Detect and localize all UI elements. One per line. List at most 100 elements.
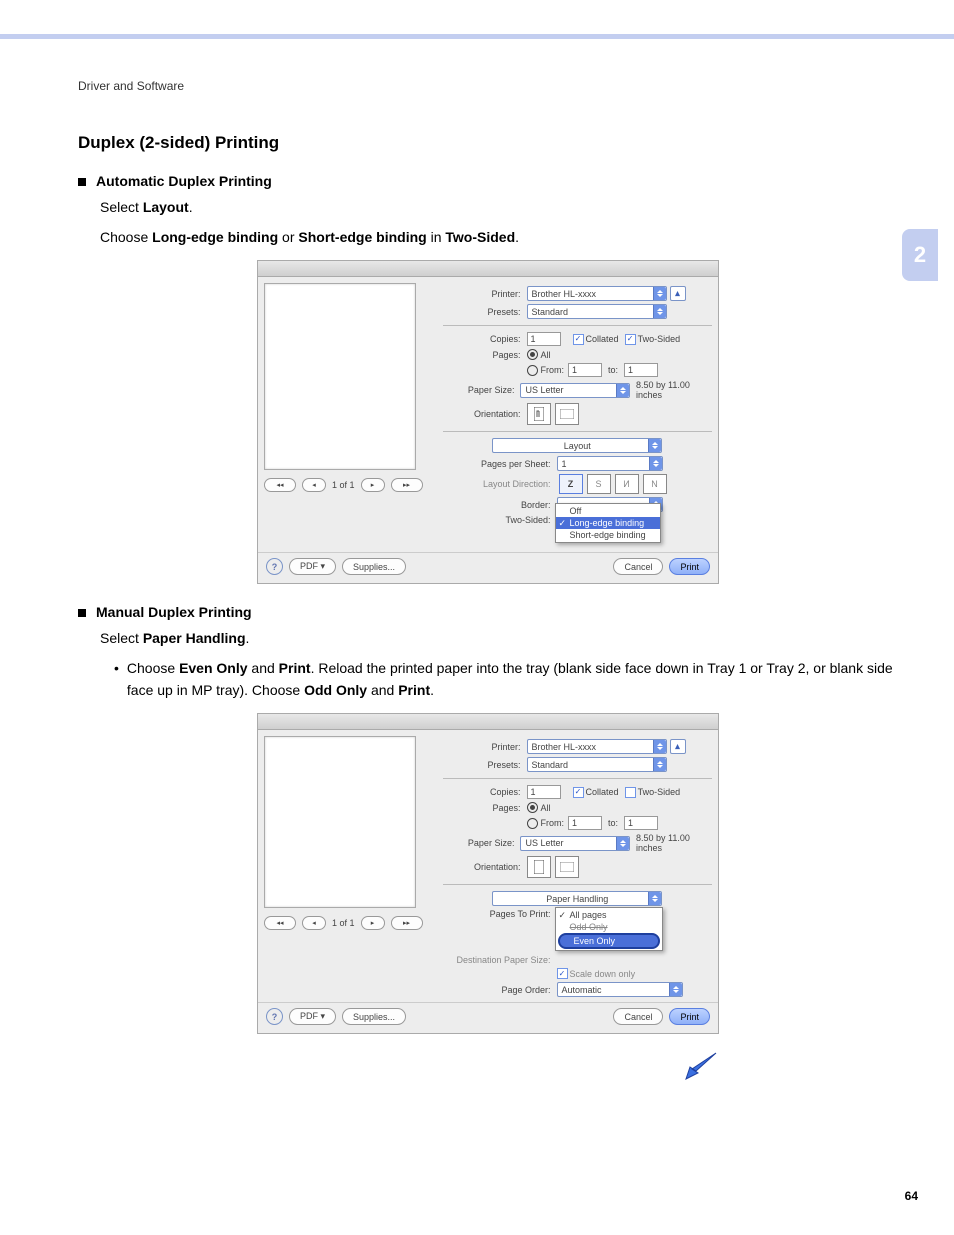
dropdown-item-all-pages[interactable]: All pages: [556, 909, 662, 921]
two-sided-checkbox[interactable]: [625, 787, 636, 798]
page-number: 64: [905, 1189, 918, 1203]
separator: [443, 325, 712, 326]
border-label: Border:: [443, 500, 557, 510]
pdf-button[interactable]: PDF ▾: [289, 1008, 336, 1025]
pages-to-print-dropdown[interactable]: All pages Odd Only Even Only: [555, 907, 663, 951]
next-page-button[interactable]: ▸: [361, 478, 385, 492]
text: in: [427, 229, 446, 245]
breadcrumb: Driver and Software: [78, 79, 898, 93]
preview-nav: ◂◂ ◂ 1 of 1 ▸ ▸▸: [264, 478, 423, 492]
printer-label: Printer:: [443, 289, 527, 299]
cancel-button[interactable]: Cancel: [613, 1008, 663, 1025]
print-button[interactable]: Print: [669, 558, 710, 575]
orientation-landscape-button[interactable]: [555, 856, 579, 878]
text: .: [515, 229, 519, 245]
pages-per-sheet-select[interactable]: 1: [557, 456, 663, 471]
collated-checkbox[interactable]: [573, 334, 584, 345]
printer-select[interactable]: Brother HL-xxxx: [527, 739, 667, 754]
chapter-tab: 2: [902, 229, 938, 281]
printer-label: Printer:: [443, 742, 527, 752]
cancel-button[interactable]: Cancel: [613, 558, 663, 575]
paper-size-select[interactable]: US Letter: [520, 836, 630, 851]
print-button[interactable]: Print: [669, 1008, 710, 1025]
pages-from-radio[interactable]: [527, 818, 538, 829]
text: Choose: [127, 660, 179, 676]
layout-dir-1[interactable]: Z: [559, 474, 583, 494]
layout-dir-4[interactable]: N: [643, 474, 667, 494]
help-button[interactable]: ?: [266, 558, 283, 575]
orientation-portrait-button[interactable]: [527, 403, 551, 425]
two-sided-label: Two-Sided: [638, 787, 681, 797]
to-input[interactable]: 1: [624, 363, 658, 377]
text: .: [246, 630, 250, 646]
page-preview: [264, 283, 416, 470]
printer-select[interactable]: Brother HL-xxxx: [527, 286, 667, 301]
separator: [443, 431, 712, 432]
two-sided-checkbox[interactable]: [625, 334, 636, 345]
bullet-square-icon: [78, 609, 86, 617]
last-page-button[interactable]: ▸▸: [391, 916, 423, 930]
text: .: [189, 199, 193, 215]
select-value: Layout: [564, 441, 591, 451]
arrow-callout-icon: [682, 1051, 718, 1081]
preview-counter: 1 of 1: [332, 480, 355, 490]
dropdown-arrows-icon: [648, 439, 661, 452]
section-select[interactable]: Layout: [492, 438, 662, 453]
paper-size-select[interactable]: US Letter: [520, 383, 630, 398]
layout-dir-3[interactable]: И: [615, 474, 639, 494]
first-page-button[interactable]: ◂◂: [264, 916, 296, 930]
pages-label: Pages:: [443, 350, 527, 360]
dropdown-item-long-edge[interactable]: Long-edge binding: [556, 517, 660, 529]
prev-page-button[interactable]: ◂: [302, 478, 326, 492]
pdf-button[interactable]: PDF ▾: [289, 558, 336, 575]
last-page-button[interactable]: ▸▸: [391, 478, 423, 492]
prev-page-button[interactable]: ◂: [302, 916, 326, 930]
to-input[interactable]: 1: [624, 816, 658, 830]
separator: [443, 778, 712, 779]
orientation-portrait-button[interactable]: [527, 856, 551, 878]
text: .: [430, 682, 434, 698]
from-input[interactable]: 1: [568, 363, 602, 377]
dropdown-item-short-edge[interactable]: Short-edge binding: [556, 529, 660, 541]
select-value: Brother HL-xxxx: [532, 742, 597, 752]
orientation-label: Orientation:: [443, 409, 527, 419]
copies-input[interactable]: 1: [527, 332, 561, 346]
printer-status-button[interactable]: ▴: [670, 739, 686, 754]
paper-size-label: Paper Size:: [443, 838, 521, 848]
text: and: [367, 682, 398, 698]
dropdown-item-off[interactable]: Off: [556, 505, 660, 517]
orientation-landscape-button[interactable]: [555, 403, 579, 425]
print-dialog-paper-handling: ◂◂ ◂ 1 of 1 ▸ ▸▸ Printer: Brother HL-xxx…: [257, 713, 719, 1034]
page-order-label: Page Order:: [443, 985, 557, 995]
section-title: Automatic Duplex Printing: [96, 173, 272, 189]
text: Select: [100, 630, 143, 646]
supplies-button[interactable]: Supplies...: [342, 1008, 406, 1025]
collated-checkbox[interactable]: [573, 787, 584, 798]
copies-input[interactable]: 1: [527, 785, 561, 799]
first-page-button[interactable]: ◂◂: [264, 478, 296, 492]
presets-label: Presets:: [443, 307, 527, 317]
presets-select[interactable]: Standard: [527, 757, 667, 772]
printer-status-button[interactable]: ▴: [670, 286, 686, 301]
presets-select[interactable]: Standard: [527, 304, 667, 319]
two-sided-dropdown[interactable]: Off Long-edge binding Short-edge binding: [555, 503, 661, 543]
from-input[interactable]: 1: [568, 816, 602, 830]
dropdown-item-odd-only[interactable]: Odd Only: [556, 921, 662, 933]
layout-dir-2[interactable]: S: [587, 474, 611, 494]
page-order-select[interactable]: Automatic: [557, 982, 683, 997]
dropdown-arrows-icon: [648, 892, 661, 905]
help-button[interactable]: ?: [266, 1008, 283, 1025]
next-page-button[interactable]: ▸: [361, 916, 385, 930]
instruction-text: Select Layout.: [100, 197, 898, 219]
supplies-button[interactable]: Supplies...: [342, 558, 406, 575]
pages-all-radio[interactable]: [527, 802, 538, 813]
select-value: Paper Handling: [546, 894, 608, 904]
scale-down-label: Scale down only: [570, 969, 636, 979]
separator: [443, 884, 712, 885]
dropdown-item-even-only[interactable]: Even Only: [558, 933, 660, 949]
pages-all-radio[interactable]: [527, 349, 538, 360]
pages-from-radio[interactable]: [527, 365, 538, 376]
section-select[interactable]: Paper Handling: [492, 891, 662, 906]
dest-paper-size-label: Destination Paper Size:: [443, 955, 557, 965]
scale-down-checkbox[interactable]: [557, 968, 568, 979]
